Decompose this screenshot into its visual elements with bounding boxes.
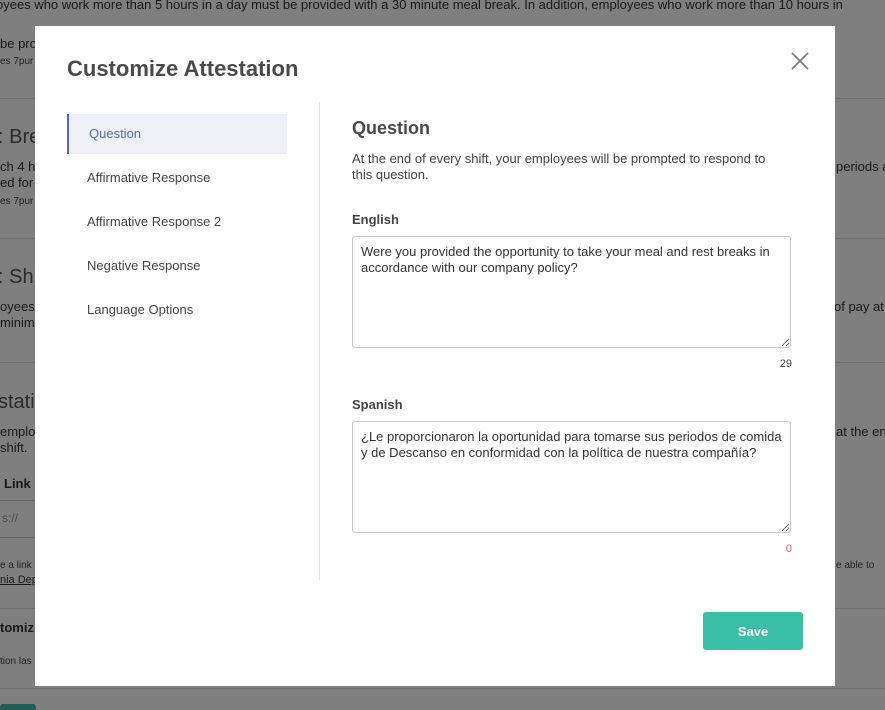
nav-item-language-options[interactable]: Language Options xyxy=(67,290,287,330)
nav-item-affirmative-response[interactable]: Affirmative Response xyxy=(67,158,287,198)
vertical-divider xyxy=(319,102,320,580)
customize-attestation-modal: Customize Attestation Question Affirmati… xyxy=(35,26,835,686)
close-button[interactable] xyxy=(789,50,811,72)
nav-item-negative-response[interactable]: Negative Response xyxy=(67,246,287,286)
section-description: At the end of every shift, your employee… xyxy=(352,151,766,182)
close-icon xyxy=(791,52,809,70)
nav-item-question[interactable]: Question xyxy=(67,114,287,154)
english-char-count: 29 xyxy=(779,358,792,370)
nav-item-affirmative-response-2[interactable]: Affirmative Response 2 xyxy=(67,202,287,242)
section-heading: Question xyxy=(352,118,431,138)
spanish-char-count: 0 xyxy=(785,543,792,555)
spanish-label: Spanish xyxy=(352,397,403,412)
modal-title: Customize Attestation xyxy=(67,56,299,81)
english-question-field[interactable]: Were you provided the opportunity to tak… xyxy=(352,236,791,348)
save-button[interactable]: Save xyxy=(703,612,803,650)
spanish-question-field[interactable]: ¿Le proporcionaron la oportunidad para t… xyxy=(352,421,791,533)
question-panel: Question At the end of every shift, your… xyxy=(352,118,792,555)
section-nav: Question Affirmative Response Affirmativ… xyxy=(67,114,287,334)
english-label: English xyxy=(352,212,399,227)
